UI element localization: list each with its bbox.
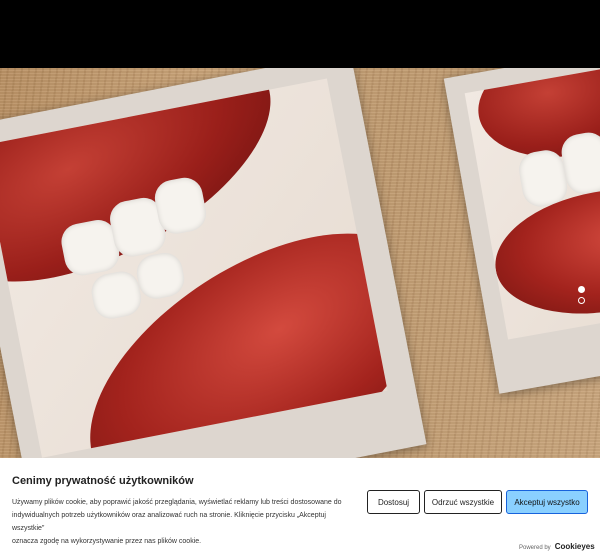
powered-by-text: Powered by: [519, 545, 551, 551]
consent-description: Używamy plików cookie, aby poprawić jako…: [12, 496, 357, 548]
cookieyes-logo: Cookieyes: [554, 542, 595, 551]
consent-title: Cenimy prywatność użytkowników: [12, 475, 194, 487]
carousel-indicators: [578, 286, 588, 308]
consent-text-line: oznacza zgodę na wykorzystywanie przez n…: [12, 538, 202, 545]
polaroid-photo-left: [0, 68, 427, 458]
polaroid-photo-right: [443, 68, 600, 394]
reject-all-button[interactable]: Odrzuć wszystkie: [424, 490, 502, 514]
cookie-consent-banner: Cenimy prywatność użytkowników Używamy p…: [0, 458, 600, 560]
powered-by[interactable]: Powered by Cookieyes: [519, 542, 595, 551]
carousel-dot-1[interactable]: [578, 286, 585, 293]
top-header-bar: [0, 0, 600, 68]
accept-all-button[interactable]: Akceptuj wszystko: [506, 490, 588, 514]
consent-text-line: indywidualnych potrzeb użytkowników oraz…: [12, 512, 326, 532]
consent-text-line: Używamy plików cookie, aby poprawić jako…: [12, 499, 342, 506]
carousel-dot-2[interactable]: [578, 297, 585, 304]
customize-button[interactable]: Dostosuj: [367, 490, 420, 514]
hero-image: [0, 68, 600, 458]
